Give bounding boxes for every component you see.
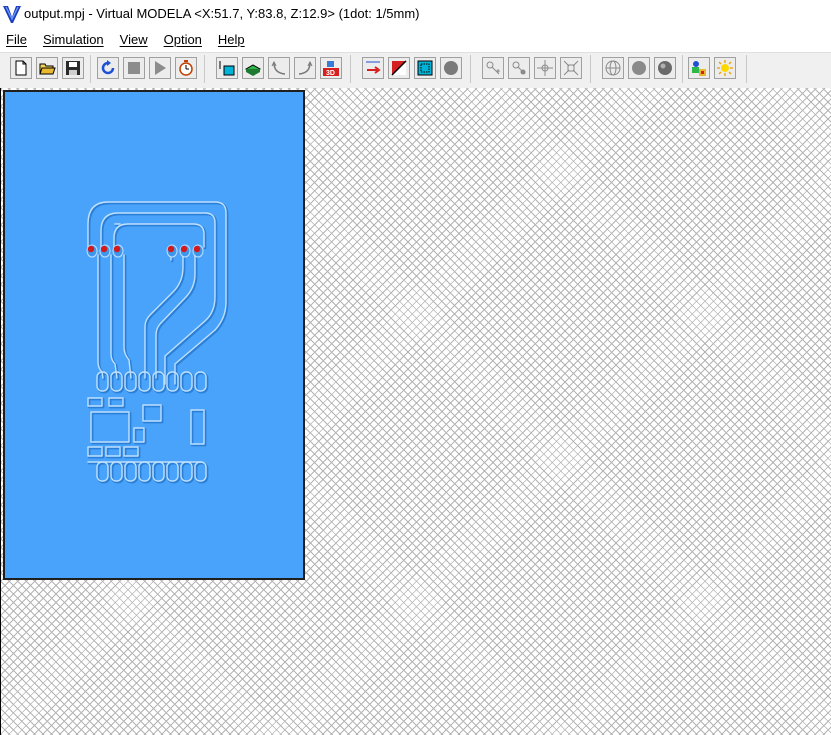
circle-view-button[interactable] bbox=[440, 57, 462, 79]
toolbar: 3D bbox=[0, 52, 831, 89]
solid-view-icon bbox=[244, 64, 262, 76]
header-pads-right bbox=[166, 244, 204, 258]
frame-view-button[interactable] bbox=[414, 57, 436, 79]
play-icon bbox=[155, 61, 166, 75]
toolbar-separator bbox=[470, 55, 471, 83]
circle-view-icon bbox=[444, 61, 458, 75]
sphere-solid-button[interactable] bbox=[628, 57, 650, 79]
menu-option[interactable]: Option bbox=[156, 32, 210, 47]
arc-left-button[interactable] bbox=[268, 57, 290, 79]
arc-left-icon bbox=[271, 60, 286, 75]
toolbar-separator bbox=[350, 55, 351, 83]
flip-icon bbox=[391, 60, 407, 76]
flip-button[interactable] bbox=[388, 57, 410, 79]
node-shrink-icon bbox=[563, 60, 579, 76]
stop-icon bbox=[128, 62, 140, 74]
sphere-shaded-button[interactable] bbox=[654, 57, 676, 79]
new-document-icon bbox=[15, 60, 27, 76]
fit-button[interactable] bbox=[362, 57, 384, 79]
pcb-board-preview[interactable] bbox=[3, 90, 305, 580]
node-add-button[interactable] bbox=[482, 57, 504, 79]
node-move-button[interactable] bbox=[508, 57, 530, 79]
light-sun-icon bbox=[717, 60, 733, 76]
pcb-traces-render bbox=[86, 201, 229, 484]
play-loop-icon bbox=[101, 60, 115, 75]
node-add-icon bbox=[486, 61, 500, 75]
sphere-solid-icon bbox=[632, 61, 646, 75]
color-palette-icon bbox=[692, 61, 706, 76]
3d-view-icon: 3D bbox=[323, 61, 339, 77]
arc-right-icon bbox=[298, 60, 313, 75]
svg-text:3D: 3D bbox=[326, 70, 335, 77]
3d-view-button[interactable]: 3D bbox=[320, 57, 342, 79]
top-view-button[interactable] bbox=[216, 57, 238, 79]
save-button[interactable] bbox=[62, 57, 84, 79]
light-button[interactable] bbox=[714, 57, 736, 79]
play-button[interactable] bbox=[149, 57, 171, 79]
v-logo-icon bbox=[3, 5, 21, 23]
save-disk-icon bbox=[66, 61, 80, 75]
open-button[interactable] bbox=[36, 57, 58, 79]
title-bar: output.mpj - Virtual MODELA <X:51.7, Y:8… bbox=[0, 0, 831, 27]
window-title: output.mpj - Virtual MODELA <X:51.7, Y:8… bbox=[24, 6, 420, 21]
toolbar-separator bbox=[590, 55, 591, 83]
menu-file[interactable]: File bbox=[0, 32, 35, 47]
loop-play-button[interactable] bbox=[97, 57, 119, 79]
header-pads-left bbox=[86, 244, 124, 258]
timer-clock-icon bbox=[179, 60, 193, 76]
node-expand-button[interactable] bbox=[534, 57, 556, 79]
color-palette-button[interactable] bbox=[688, 57, 710, 79]
menu-view[interactable]: View bbox=[112, 32, 156, 47]
open-folder-icon bbox=[39, 63, 56, 75]
menu-simulation[interactable]: Simulation bbox=[35, 32, 112, 47]
solid-view-button[interactable] bbox=[242, 57, 264, 79]
sphere-shaded-icon bbox=[658, 61, 672, 75]
top-view-icon bbox=[219, 61, 235, 76]
timer-button[interactable] bbox=[175, 57, 197, 79]
node-shrink-button[interactable] bbox=[560, 57, 582, 79]
node-move-icon bbox=[512, 61, 526, 75]
toolbar-separator bbox=[90, 55, 91, 83]
menu-help[interactable]: Help bbox=[210, 32, 253, 47]
toolbar-separator bbox=[682, 55, 683, 83]
fit-arrow-icon bbox=[366, 61, 381, 74]
toolbar-separator bbox=[204, 55, 205, 83]
toolbar-separator bbox=[746, 55, 747, 83]
sphere-wire-icon bbox=[605, 60, 621, 76]
arc-right-button[interactable] bbox=[294, 57, 316, 79]
stop-button[interactable] bbox=[123, 57, 145, 79]
node-expand-icon bbox=[537, 60, 553, 76]
frame-view-icon bbox=[417, 60, 433, 76]
sphere-wire-button[interactable] bbox=[602, 57, 624, 79]
new-button[interactable] bbox=[10, 57, 32, 79]
menu-bar: File Simulation View Option Help bbox=[0, 28, 831, 50]
